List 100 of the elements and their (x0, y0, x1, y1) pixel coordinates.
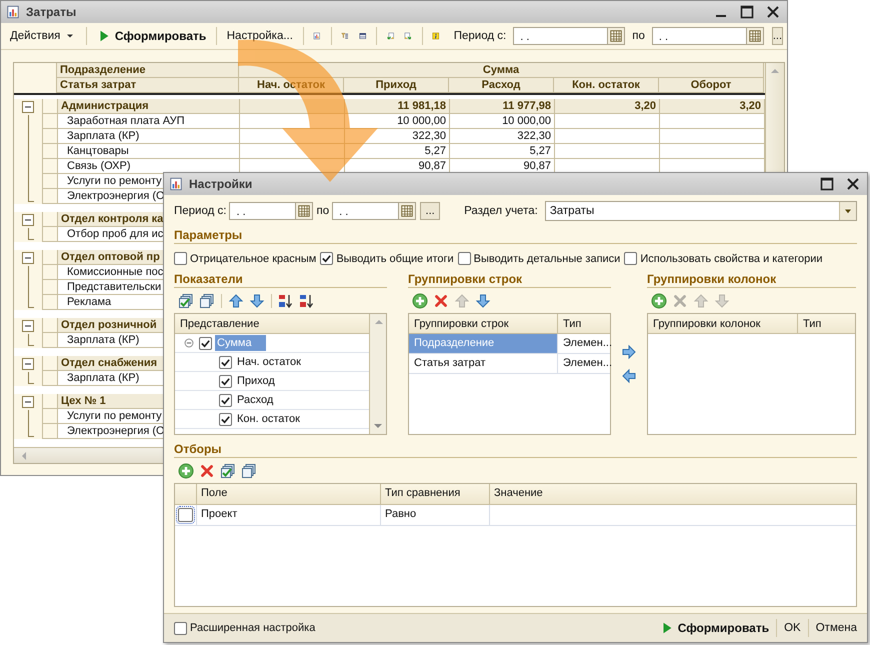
collapse-icon[interactable] (20, 318, 36, 334)
table-cell[interactable]: Статья затрат (409, 354, 558, 374)
checkbox-label[interactable]: Выводить детальные записи (474, 252, 620, 264)
table-cell: 10 000,00 (450, 114, 555, 129)
sort-descending-icon[interactable] (299, 293, 315, 309)
vertical-scrollbar[interactable] (369, 314, 386, 434)
more-button[interactable]: ... (772, 27, 784, 45)
checkbox[interactable] (219, 394, 232, 406)
check-all-icon[interactable] (178, 293, 194, 309)
column-header: Подразделение (57, 63, 239, 78)
column-header: Тип (558, 314, 610, 334)
checkbox[interactable] (174, 622, 187, 634)
header-corner-cell (14, 78, 57, 93)
column-header: Группировки строк (409, 314, 558, 334)
checkbox[interactable] (458, 252, 471, 265)
sort-ascending-icon[interactable] (278, 293, 294, 309)
table-cell: Проект (197, 505, 381, 525)
close-icon[interactable] (845, 176, 861, 192)
date-field[interactable]: . . (229, 202, 296, 220)
add-icon[interactable] (651, 293, 667, 309)
table-cell: 3,20 (555, 99, 660, 114)
calendar-button[interactable] (746, 27, 764, 45)
collapse-icon[interactable] (20, 356, 36, 372)
checkbox-label[interactable]: Выводить общие итоги (336, 252, 454, 264)
date-field[interactable]: . . (332, 202, 398, 220)
table-cell: Элемен... (558, 334, 610, 354)
check-all-icon[interactable] (220, 463, 236, 479)
move-down-icon[interactable] (249, 293, 265, 309)
generate-button[interactable]: Сформировать (94, 26, 210, 46)
header-corner-cell (14, 63, 57, 78)
window-icon (6, 5, 20, 19)
collapse-icon[interactable] (20, 212, 36, 228)
table-cell: 11 977,98 (450, 99, 555, 114)
add-icon[interactable] (412, 293, 428, 309)
section-heading: Группировки колонок (647, 272, 856, 288)
table-cell: 5,27 (345, 144, 450, 159)
move-down-icon[interactable] (475, 293, 491, 309)
column-header: Поле (197, 484, 381, 504)
column-header: Оборот (659, 78, 764, 93)
settings-button[interactable]: Настройка... (224, 26, 296, 46)
checkbox[interactable] (219, 356, 232, 368)
collapse-icon[interactable] (20, 394, 36, 410)
more-button[interactable]: ... (420, 202, 440, 220)
actions-menu-button[interactable]: Действия (7, 26, 80, 46)
collapse-icon[interactable] (20, 250, 36, 266)
close-icon[interactable] (765, 4, 781, 20)
table-cell: Равно (381, 505, 490, 525)
table-cell: 322,30 (345, 129, 450, 144)
to-label: по (632, 30, 645, 42)
collapse-icon[interactable] (20, 99, 36, 115)
checkbox[interactable] (219, 374, 232, 388)
to-label: по (316, 205, 330, 217)
checkbox[interactable] (174, 252, 187, 265)
calendar-button[interactable] (607, 27, 626, 45)
maximize-icon[interactable] (739, 4, 755, 20)
section-heading: Параметры (174, 228, 857, 244)
dialog-button[interactable]: Отмена (812, 622, 861, 634)
window-title: Затраты (26, 5, 76, 19)
maximize-icon[interactable] (819, 176, 835, 192)
calendar-button[interactable] (398, 202, 416, 220)
delete-icon[interactable] (433, 293, 449, 309)
move-right-icon[interactable] (621, 344, 637, 360)
section-select[interactable]: Затраты (544, 201, 857, 221)
tree-line (28, 228, 34, 240)
table-cell: 322,30 (450, 129, 555, 144)
delete-icon[interactable] (199, 463, 215, 479)
section-heading: Отборы (174, 442, 857, 458)
tree-line (28, 334, 34, 346)
add-icon[interactable] (178, 463, 194, 479)
section-heading: Показатели (174, 272, 387, 288)
generate-button[interactable]: Сформировать (656, 621, 774, 635)
checkbox-label[interactable]: Расширенная настройка (190, 622, 316, 634)
uncheck-all-icon[interactable] (199, 293, 215, 309)
date-field[interactable]: . . (652, 27, 746, 45)
checkbox[interactable] (320, 252, 334, 265)
move-up-icon[interactable] (228, 293, 244, 309)
uncheck-all-icon[interactable] (241, 463, 257, 479)
section-heading: Группировки строк (408, 272, 611, 288)
column-header: Сумма (239, 63, 764, 78)
table-cell: 10 000,00 (345, 114, 450, 129)
column-header: Приход (344, 78, 449, 93)
checkbox-label[interactable]: Использовать свойства и категории (640, 252, 823, 264)
table-cell: Элемен... (558, 354, 610, 374)
table-cell: Администрация (58, 99, 240, 114)
move-left-icon[interactable] (621, 368, 637, 384)
checkbox[interactable] (199, 336, 212, 350)
checkbox[interactable] (219, 412, 232, 426)
column-header: Тип сравнения (381, 484, 490, 504)
column-header: Тип (798, 314, 855, 334)
column-header: Группировки колонок (648, 314, 798, 334)
date-field[interactable]: . . (513, 27, 608, 45)
table-cell: 11 981,18 (345, 99, 450, 114)
calendar-button[interactable] (295, 202, 314, 220)
table-cell: Зарплата (КР) (58, 129, 240, 144)
column-header: Кон. остаток (554, 78, 659, 93)
checkbox[interactable] (624, 252, 638, 265)
column-header: Статья затрат (57, 78, 239, 93)
checkbox[interactable] (178, 508, 193, 522)
period-label: Период с: (454, 30, 506, 42)
dialog-button[interactable]: OK (780, 622, 805, 634)
